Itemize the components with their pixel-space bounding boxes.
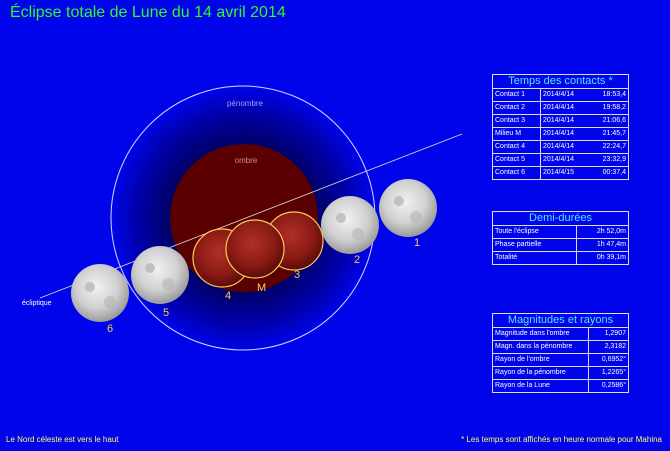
moon-label-2: 2 xyxy=(354,254,360,266)
magnitude-name: Magn. dans la pénombre xyxy=(493,341,589,353)
contact-time: 21:06,6 xyxy=(602,117,626,124)
contact-date: 2014/4/14 xyxy=(542,117,575,124)
table-row: Rayon de l'ombre 0,6952° xyxy=(493,354,628,367)
penumbra-label: pénombre xyxy=(227,99,264,108)
contact-name: Milieu M xyxy=(493,128,541,140)
contact-date: 2014/4/14 xyxy=(542,91,575,98)
magnitude-name: Rayon de l'ombre xyxy=(493,354,589,366)
table-row: Toute l'éclipse 2h 52,0m xyxy=(493,226,628,239)
table-row: Contact 5 2014/4/14 23:32,9 xyxy=(493,154,628,167)
contact-name: Contact 6 xyxy=(493,167,541,179)
contact-date: 2014/4/14 xyxy=(542,156,575,163)
moon-label-4: 4 xyxy=(225,290,231,302)
magnitude-value: 0,2586° xyxy=(601,382,626,389)
table-row: Contact 1 2014/4/14 18:53,4 xyxy=(493,89,628,102)
table-row: Rayon de la pénombre 1,2265° xyxy=(493,367,628,380)
magnitude-name: Rayon de la pénombre xyxy=(493,367,589,379)
contact-date: 2014/4/15 xyxy=(542,169,575,176)
moon-6 xyxy=(71,264,129,322)
duration-name: Phase partielle xyxy=(493,239,577,251)
contact-date: 2014/4/14 xyxy=(542,143,575,150)
table-row: Milieu M 2014/4/14 21:45,7 xyxy=(493,128,628,141)
contact-name: Contact 1 xyxy=(493,89,541,101)
contact-name: Contact 4 xyxy=(493,141,541,153)
duration-value: 0h 39,1m xyxy=(596,254,626,261)
contact-name: Contact 2 xyxy=(493,102,541,114)
contacts-table: Temps des contacts * Contact 1 2014/4/14… xyxy=(492,74,629,180)
umbra-label: ombre xyxy=(235,156,258,165)
footer-note-times: * Les temps sont affichés en heure norma… xyxy=(461,435,662,444)
ecliptic-label: écliptique xyxy=(22,300,52,307)
contact-time: 23:32,9 xyxy=(602,156,626,163)
magnitude-value: 0,6952° xyxy=(601,356,626,363)
contact-time: 00:37,4 xyxy=(602,169,626,176)
moon-label-6: 6 xyxy=(107,323,113,335)
contact-time: 21:45,7 xyxy=(602,130,626,137)
table-row: Contact 2 2014/4/14 19:58,2 xyxy=(493,102,628,115)
moon-m xyxy=(225,219,285,279)
magnitude-value: 1,2265° xyxy=(601,369,626,376)
footer-note-north: Le Nord céleste est vers le haut xyxy=(6,435,119,444)
magnitude-value: 2,3182 xyxy=(604,343,626,350)
moon-label-3: 3 xyxy=(294,269,300,281)
duration-value: 1h 47,4m xyxy=(596,241,626,248)
table-row: Phase partielle 1h 47,4m xyxy=(493,239,628,252)
magnitudes-table: Magnitudes et rayons Magnitude dans l'om… xyxy=(492,313,629,393)
duration-value: 2h 52,0m xyxy=(596,228,626,235)
table-row: Contact 3 2014/4/14 21:06,6 xyxy=(493,115,628,128)
contact-name: Contact 5 xyxy=(493,154,541,166)
page-title: Éclipse totale de Lune du 14 avril 2014 xyxy=(10,4,286,21)
table-row: Contact 6 2014/4/15 00:37,4 xyxy=(493,167,628,179)
moon-label-1: 1 xyxy=(414,237,420,249)
table-row: Totalité 0h 39,1m xyxy=(493,252,628,264)
table-row: Rayon de la Lune 0,2586° xyxy=(493,380,628,392)
contact-time: 19:58,2 xyxy=(602,104,626,111)
contacts-table-title: Temps des contacts * xyxy=(493,75,628,89)
magnitude-value: 1,2907 xyxy=(604,330,626,337)
moon-label-5: 5 xyxy=(163,307,169,319)
moon-1 xyxy=(379,179,437,237)
magnitude-name: Rayon de la Lune xyxy=(493,380,589,392)
moon-5 xyxy=(131,246,189,304)
durations-table-title: Demi-durées xyxy=(493,212,628,226)
duration-name: Totalité xyxy=(493,252,577,264)
table-row: Contact 4 2014/4/14 22:24,7 xyxy=(493,141,628,154)
table-row: Magnitude dans l'ombre 1,2907 xyxy=(493,328,628,341)
contact-time: 22:24,7 xyxy=(602,143,626,150)
durations-table: Demi-durées Toute l'éclipse 2h 52,0m Pha… xyxy=(492,211,629,265)
moon-2 xyxy=(321,196,379,254)
magnitudes-table-title: Magnitudes et rayons xyxy=(493,314,628,328)
contact-date: 2014/4/14 xyxy=(542,104,575,111)
moon-label-m: M xyxy=(257,282,266,294)
contact-name: Contact 3 xyxy=(493,115,541,127)
magnitude-name: Magnitude dans l'ombre xyxy=(493,328,589,340)
duration-name: Toute l'éclipse xyxy=(493,226,577,238)
eclipse-figure: pénombre ombre écliptique 1 2 3 M 4 5 6 … xyxy=(0,0,670,451)
table-row: Magn. dans la pénombre 2,3182 xyxy=(493,341,628,354)
contact-time: 18:53,4 xyxy=(602,91,626,98)
contact-date: 2014/4/14 xyxy=(542,130,575,137)
